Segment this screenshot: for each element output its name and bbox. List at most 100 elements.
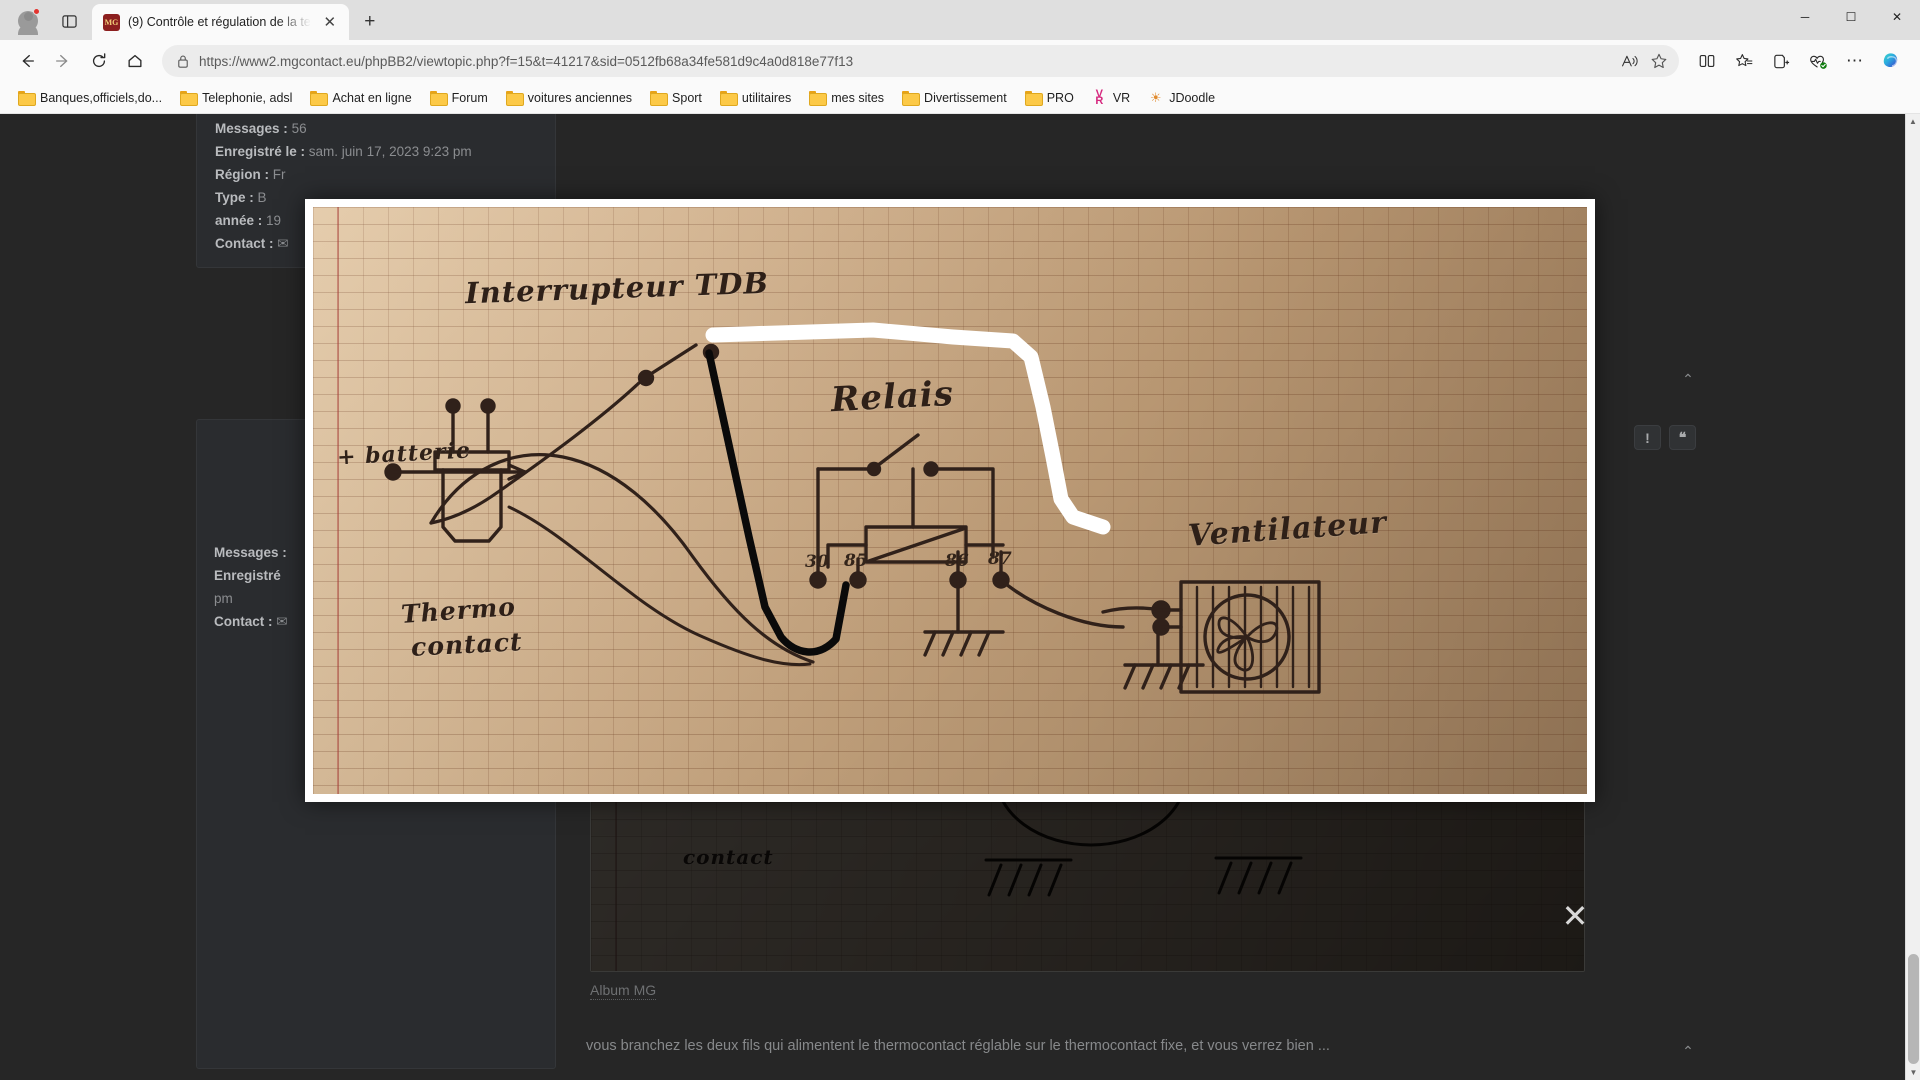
quote-post-button[interactable]: ❝ xyxy=(1669,425,1696,450)
jdoodle-icon: ☀ xyxy=(1149,89,1162,105)
report-post-button[interactable]: ! xyxy=(1634,425,1661,450)
forward-button[interactable] xyxy=(46,45,80,77)
scrollbar-down-arrow-icon[interactable]: ▼ xyxy=(1906,1065,1920,1080)
scroll-to-top-icon-2[interactable]: ⌃ xyxy=(1679,1042,1697,1060)
lightbox-close-button[interactable]: ✕ xyxy=(1558,900,1592,935)
bookmark-label: Divertissement xyxy=(924,90,1007,105)
post2-contact[interactable]: Contact : ✉ xyxy=(214,610,288,633)
white-highlight-wire xyxy=(705,322,1111,535)
bookmark-label: VR xyxy=(1112,90,1131,105)
split-screen-button[interactable] xyxy=(1689,45,1725,77)
split-screen-icon xyxy=(1699,55,1715,67)
copilot-button[interactable] xyxy=(1874,45,1910,77)
profile-button[interactable] xyxy=(6,4,50,38)
folder-icon xyxy=(180,91,199,106)
year-value: 19 xyxy=(266,213,282,228)
folder-icon xyxy=(809,91,828,106)
contact-icon-2[interactable]: ✉ xyxy=(276,614,287,629)
back-button[interactable] xyxy=(10,45,44,77)
registered-label-2: Enregistré xyxy=(214,568,281,583)
tab-strip: MG (9) Contrôle et régulation de la te ✕… xyxy=(0,0,1920,40)
black-annotation-wire xyxy=(705,349,850,656)
region-value: Fr xyxy=(272,167,286,182)
registered-value: sam. juin 17, 2023 9:23 pm xyxy=(308,144,472,159)
contact-label: Contact : xyxy=(215,236,274,251)
year-label: année : xyxy=(215,213,263,228)
bookmark-label: utilitaires xyxy=(741,90,792,105)
bookmark-item[interactable]: PRO xyxy=(1017,87,1082,109)
post-action-buttons-1: ! ❝ xyxy=(1634,425,1696,450)
author-messages: Messages : 56 xyxy=(215,117,555,140)
bookmark-label: PRO xyxy=(1046,90,1074,105)
favorites-button[interactable] xyxy=(1726,45,1762,77)
heart-pulse-icon xyxy=(1810,55,1827,69)
bookmark-item[interactable]: Telephonie, adsl xyxy=(172,87,300,109)
author-registered: Enregistré le : sam. juin 17, 2023 9:23 … xyxy=(215,140,555,163)
lightbox-image-viewer[interactable]: Interrupteur TDB + batterie Thermo conta… xyxy=(305,199,1595,802)
page-scrollbar[interactable]: ▲ ▼ xyxy=(1905,114,1920,1080)
registered-label: Enregistré le : xyxy=(215,144,306,159)
folder-icon xyxy=(18,91,36,106)
address-bar[interactable]: https://www2.mgcontact.eu/phpBB2/viewtop… xyxy=(162,45,1679,77)
scrollbar-up-arrow-icon[interactable]: ▲ xyxy=(1906,114,1920,129)
bookmark-item[interactable]: Sport xyxy=(642,87,710,109)
bookmark-item[interactable]: voitures anciennes xyxy=(498,87,640,109)
messages-label-2: Messages : xyxy=(214,545,287,560)
star-icon xyxy=(1651,53,1667,69)
copilot-icon xyxy=(1883,53,1898,68)
bookmark-item[interactable]: mes sites xyxy=(801,87,892,109)
bookmark-item[interactable]: Forum xyxy=(422,87,496,109)
bookmark-item[interactable]: VR VR xyxy=(1084,87,1138,109)
relay-pin-30: 30 xyxy=(805,552,829,572)
contact-label-2: Contact : xyxy=(214,614,273,629)
minimize-button[interactable]: ─ xyxy=(1782,0,1828,34)
messages-label: Messages : xyxy=(215,121,288,136)
contact-icon[interactable]: ✉ xyxy=(277,236,288,251)
folder-icon xyxy=(650,91,669,106)
reload-button[interactable] xyxy=(82,45,116,77)
scrollbar-thumb[interactable] xyxy=(1908,954,1919,1064)
maximize-button[interactable]: ☐ xyxy=(1828,0,1874,34)
album-link[interactable]: Album MG xyxy=(590,982,657,1000)
bookmark-label: Sport xyxy=(672,90,702,105)
bookmark-item[interactable]: Divertissement xyxy=(894,87,1015,109)
page-viewport: Messages : 56 Enregistré le : sam. juin … xyxy=(0,114,1920,1080)
bookmark-label: mes sites xyxy=(831,90,885,105)
bookmark-label: Achat en ligne xyxy=(332,90,412,105)
browser-essentials-button[interactable] xyxy=(1800,45,1836,77)
relay-pin-85: 85 xyxy=(844,551,868,571)
bookmark-item[interactable]: ☀ JDoodle xyxy=(1140,86,1223,109)
read-aloud-button[interactable] xyxy=(1615,47,1643,75)
relay-pin-87: 87 xyxy=(988,549,1012,569)
add-favorite-button[interactable] xyxy=(1645,47,1673,75)
type-label: Type : xyxy=(215,190,254,205)
new-tab-button[interactable]: + xyxy=(355,7,385,37)
tab-actions-button[interactable] xyxy=(50,4,88,38)
vertical-tabs-icon xyxy=(61,14,77,28)
folder-icon xyxy=(902,91,921,106)
reload-icon xyxy=(92,53,106,68)
post2-registered-cont: pm xyxy=(214,591,233,606)
collections-icon xyxy=(1773,54,1789,68)
home-button[interactable] xyxy=(118,45,152,77)
label-thermo-contact-line2: contact xyxy=(410,627,524,662)
collections-button[interactable] xyxy=(1763,45,1799,77)
bookmark-item[interactable]: Banques,officiels,do... xyxy=(10,87,170,109)
author-region: Région : Fr xyxy=(215,163,555,186)
settings-and-more-button[interactable]: ⋯ xyxy=(1837,45,1873,77)
tab-favicon-icon: MG xyxy=(103,13,120,31)
tab-close-icon[interactable]: ✕ xyxy=(319,11,341,33)
folder-icon xyxy=(429,91,448,106)
vr-icon: VR xyxy=(1095,87,1104,107)
bookmark-item[interactable]: Achat en ligne xyxy=(302,87,419,109)
bookmark-item[interactable]: utilitaires xyxy=(712,87,799,109)
bookmark-label: voitures anciennes xyxy=(527,90,633,105)
browser-tab[interactable]: MG (9) Contrôle et régulation de la te ✕ xyxy=(92,4,349,40)
post-body-text: vous branchez les deux fils qui alimente… xyxy=(586,1038,1330,1054)
bookmark-label: Banques,officiels,do... xyxy=(40,90,163,105)
ellipsis-icon: ⋯ xyxy=(1846,51,1864,70)
scroll-to-top-icon-1[interactable]: ⌃ xyxy=(1679,370,1697,388)
close-window-button[interactable]: ✕ xyxy=(1874,0,1920,34)
post2-messages: Messages : xyxy=(214,541,287,564)
circuit-sketch-image: Interrupteur TDB + batterie Thermo conta… xyxy=(313,207,1587,794)
